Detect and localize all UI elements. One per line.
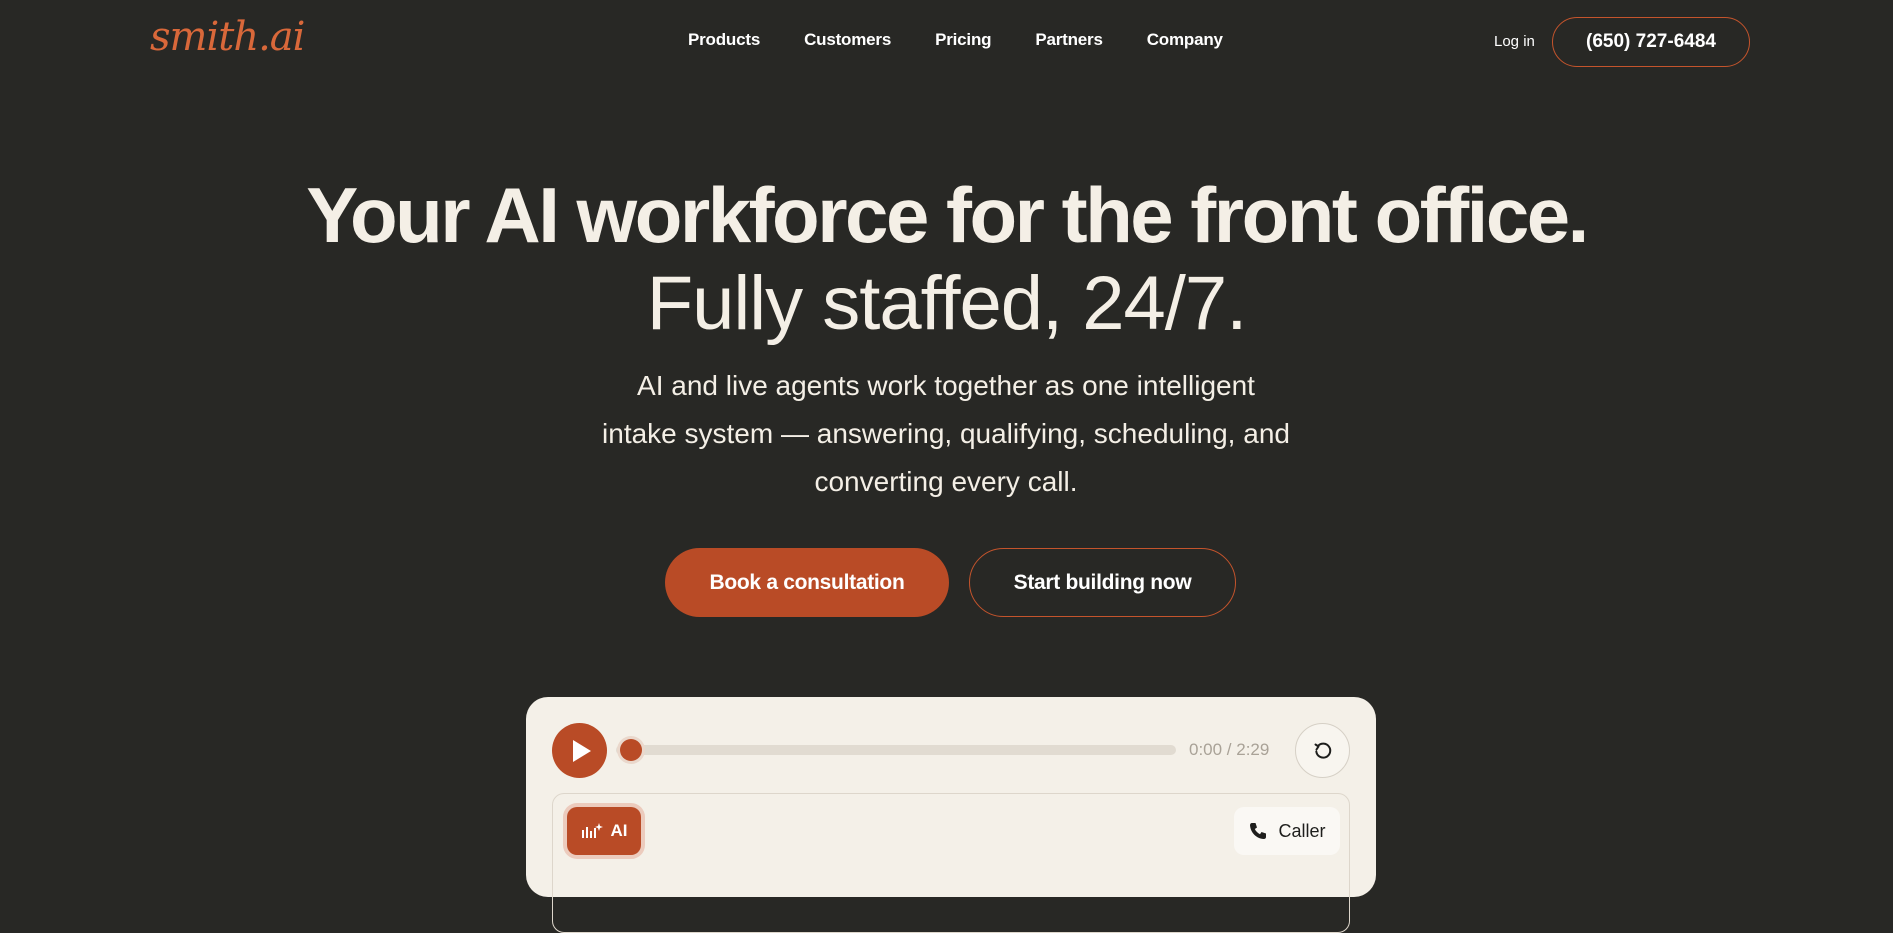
audio-player-card: 0:00 / 2:29 AI Caller	[526, 697, 1376, 933]
replay-button[interactable]	[1295, 723, 1350, 778]
nav-item-partners[interactable]: Partners	[1035, 30, 1103, 50]
play-button[interactable]	[552, 723, 607, 778]
nav-item-pricing[interactable]: Pricing	[935, 30, 991, 50]
caller-label: Caller	[1278, 820, 1326, 841]
progress-handle[interactable]	[620, 739, 642, 761]
nav-item-company[interactable]: Company	[1147, 30, 1223, 50]
progress-track[interactable]	[616, 745, 1176, 755]
nav-item-customers[interactable]: Customers	[804, 30, 891, 50]
ai-waveform-icon	[581, 823, 603, 838]
transcript-panel: AI Caller	[552, 793, 1350, 933]
ai-speaker-chip: AI	[567, 807, 641, 855]
logo[interactable]: smith.ai	[150, 14, 305, 60]
hero-subtitle: Fully staffed, 24/7.	[646, 261, 1248, 346]
play-icon	[573, 740, 591, 762]
site-header: smith.ai Products Customers Pricing Part…	[0, 0, 1893, 86]
login-link[interactable]: Log in	[1494, 33, 1535, 50]
book-consultation-button[interactable]: Book a consultation	[665, 548, 949, 617]
ai-label: AI	[610, 821, 628, 840]
replay-icon	[1314, 742, 1332, 759]
phone-icon	[1250, 823, 1267, 839]
main-nav: Products Customers Pricing Partners Comp…	[688, 30, 1223, 50]
start-building-button[interactable]: Start building now	[969, 548, 1236, 617]
nav-item-products[interactable]: Products	[688, 30, 760, 50]
hero-description: AI and live agents work together as one …	[602, 370, 1290, 497]
playback-time: 0:00 / 2:29	[1189, 740, 1270, 759]
hero-title: Your AI workforce for the front office.	[306, 171, 1589, 259]
phone-button[interactable]: (650) 727-6484	[1552, 17, 1750, 67]
caller-speaker-chip: Caller	[1234, 807, 1340, 855]
